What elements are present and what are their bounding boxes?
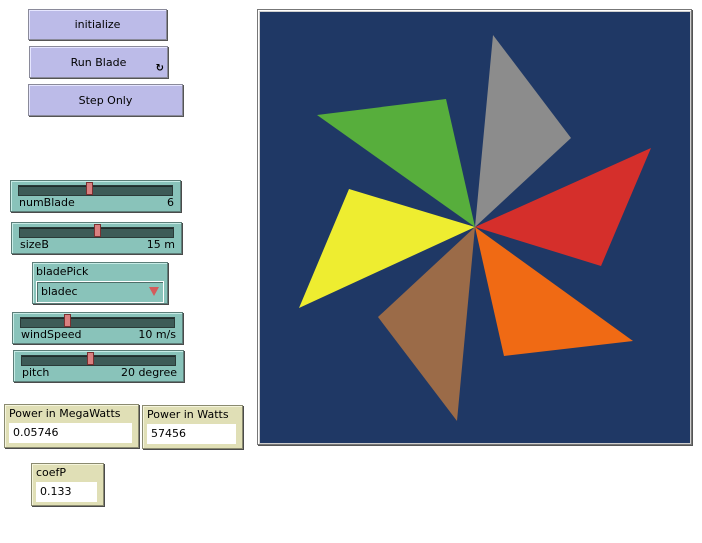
monitor-value: 57456 <box>151 427 186 440</box>
numblade-slider[interactable]: numBlade 6 <box>10 180 181 212</box>
slider-track[interactable] <box>20 317 175 328</box>
world-canvas[interactable] <box>260 12 690 443</box>
slider-label: numBlade <box>19 196 75 209</box>
slider-knob[interactable] <box>87 352 94 365</box>
sizeb-slider[interactable]: sizeB 15 m <box>11 222 182 254</box>
slider-track[interactable] <box>18 185 173 196</box>
monitor-value-box: 0.133 <box>36 482 97 502</box>
initialize-button[interactable]: initialize <box>28 9 167 40</box>
run-blade-button[interactable]: Run Blade ↻ <box>29 46 168 78</box>
slider-value: 20 degree <box>120 366 177 379</box>
slider-knob[interactable] <box>85 182 93 195</box>
bladepick-chooser[interactable]: bladePick bladec <box>32 262 168 304</box>
initialize-label: initialize <box>74 18 121 31</box>
chooser-dropdown[interactable]: bladec <box>36 281 164 303</box>
slider-label: sizeB <box>20 238 49 251</box>
power-watts-monitor: Power in Watts 57456 <box>142 405 243 449</box>
view-background <box>260 12 690 443</box>
pitch-slider[interactable]: pitch 20 degree <box>13 350 184 382</box>
power-megawatts-monitor: Power in MegaWatts 0.05746 <box>4 404 139 448</box>
windspeed-slider[interactable]: windSpeed 10 m/s <box>12 312 183 344</box>
step-only-button[interactable]: Step Only <box>28 84 183 116</box>
slider-label: pitch <box>22 366 50 379</box>
chooser-selected-value: bladec <box>41 285 78 298</box>
monitor-value-box: 0.05746 <box>9 423 132 443</box>
run-blade-label: Run Blade <box>70 55 127 69</box>
slider-knob[interactable] <box>63 314 71 327</box>
monitor-label: coefP <box>36 466 67 479</box>
slider-label: windSpeed <box>21 328 82 341</box>
forever-loop-icon: ↻ <box>155 63 164 74</box>
slider-value: 15 m <box>146 238 175 251</box>
step-only-label: Step Only <box>78 93 133 107</box>
chooser-label: bladePick <box>36 265 89 278</box>
world-view[interactable] <box>257 9 692 445</box>
slider-track[interactable] <box>21 355 176 366</box>
slider-value: 10 m/s <box>138 328 176 341</box>
monitor-value: 0.133 <box>40 485 72 498</box>
monitor-value: 0.05746 <box>13 426 59 439</box>
monitor-value-box: 57456 <box>147 424 236 444</box>
slider-knob[interactable] <box>94 224 101 237</box>
coefp-monitor: coefP 0.133 <box>31 463 104 506</box>
dropdown-arrow-icon[interactable] <box>149 287 159 296</box>
slider-value: 6 <box>167 196 174 209</box>
monitor-label: Power in MegaWatts <box>9 407 121 420</box>
monitor-label: Power in Watts <box>147 408 229 421</box>
